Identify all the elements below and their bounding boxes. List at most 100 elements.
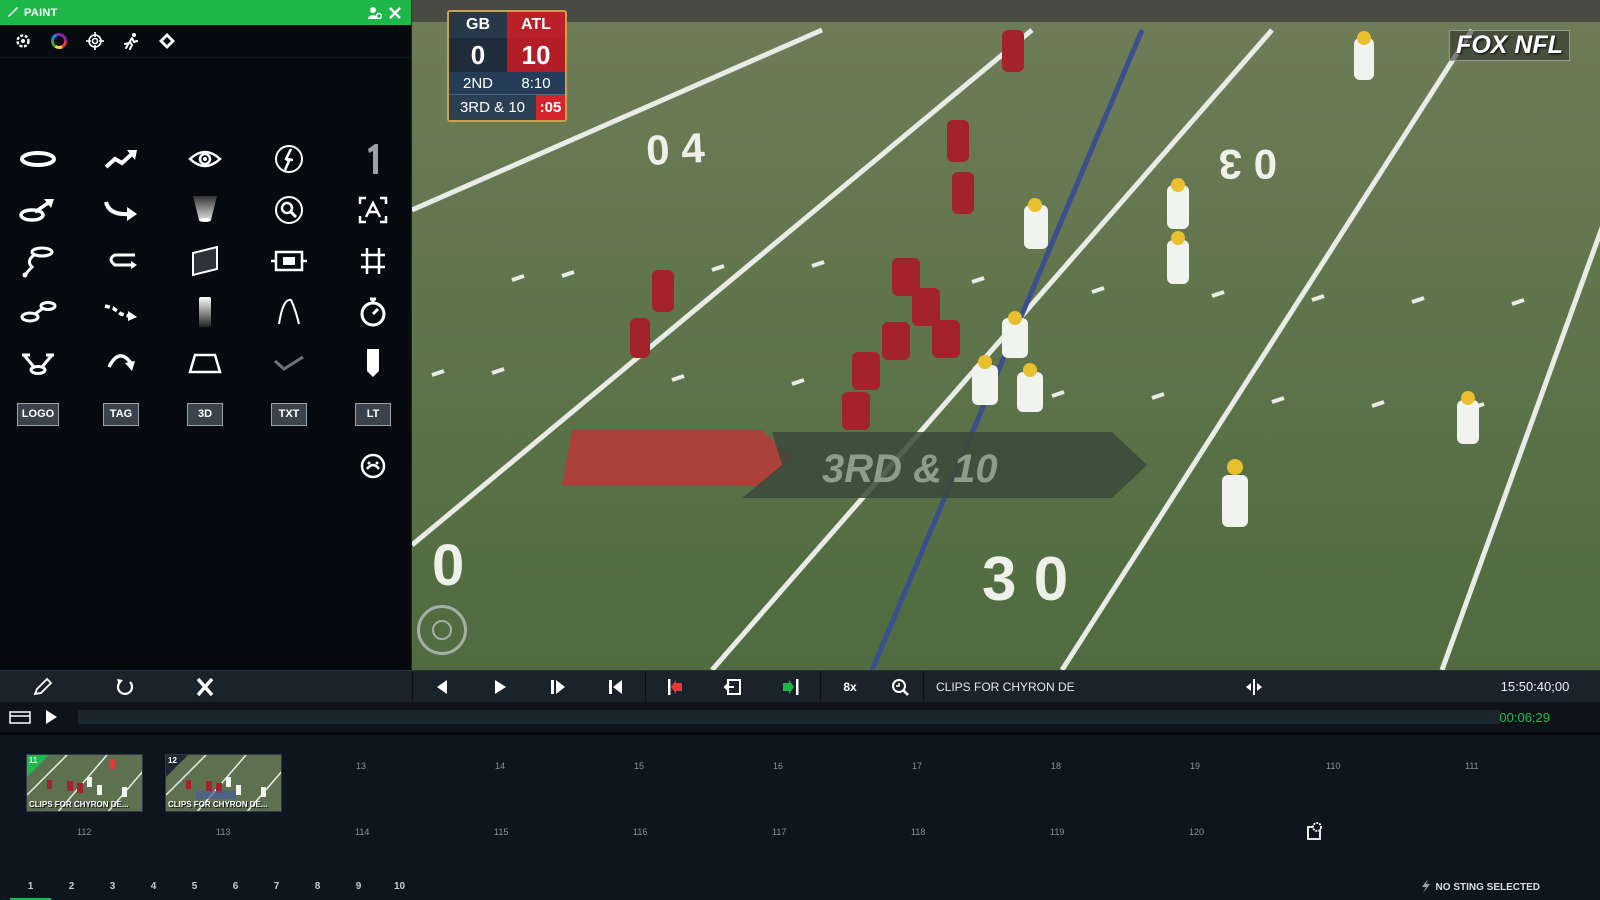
logo-tool[interactable]: LOGO [13, 393, 63, 435]
eye-icon[interactable] [180, 138, 230, 180]
grid-hash-icon[interactable] [348, 240, 398, 282]
timeline-track[interactable] [78, 710, 1500, 724]
empty-clip-slot[interactable]: 119 [1050, 827, 1064, 837]
mark-out-button[interactable] [762, 671, 820, 703]
play-clock: :05 [536, 95, 565, 120]
page-tab[interactable]: 7 [256, 876, 297, 900]
empty-clip-slot[interactable]: 115 [494, 827, 508, 837]
lt-tool[interactable]: LT [348, 393, 398, 435]
svg-text:3 0: 3 0 [982, 545, 1068, 614]
timeline-play-button[interactable] [36, 701, 66, 733]
dashed-arrow-icon[interactable] [96, 291, 146, 333]
away-score: 0 [449, 38, 507, 72]
clear-icon[interactable] [165, 671, 245, 703]
gradient-bar-icon[interactable] [180, 291, 230, 333]
view-center-icon[interactable] [417, 605, 467, 655]
empty-clip-slot[interactable]: 17 [912, 761, 922, 771]
tag-shape-icon[interactable] [348, 342, 398, 384]
empty-clip-slot[interactable]: 16 [773, 761, 783, 771]
clip-slot-number: 12 [168, 756, 177, 765]
game-clock: 8:10 [521, 74, 551, 92]
app-window: PAINT LOGO TAG 3D TXT LT 0 4 0 3 0 3 0 3… [0, 0, 1600, 900]
clip-list-icon[interactable] [4, 701, 36, 733]
page-tab[interactable]: 6 [215, 876, 256, 900]
tag-tool[interactable]: TAG [96, 393, 146, 435]
camera-box-icon[interactable] [264, 240, 314, 282]
zigzag-arrow-icon[interactable] [96, 138, 146, 180]
go-to-start-button[interactable] [587, 671, 645, 703]
mark-in-button[interactable] [646, 671, 704, 703]
oval-marker-icon[interactable] [13, 138, 63, 180]
color-wheel-icon[interactable] [44, 27, 74, 55]
page-tab[interactable]: 5 [174, 876, 215, 900]
empty-clip-slot[interactable]: 112 [77, 827, 91, 837]
panel-plane-icon[interactable] [180, 240, 230, 282]
empty-clip-slot[interactable]: 13 [356, 761, 366, 771]
oval-arrow-icon[interactable] [13, 189, 63, 231]
trapezoid-icon[interactable] [180, 342, 230, 384]
empty-clip-slot[interactable]: 116 [633, 827, 647, 837]
close-icon[interactable] [385, 3, 405, 23]
settings-gear-icon[interactable] [8, 27, 38, 55]
page-tab[interactable]: 3 [92, 876, 133, 900]
play-reverse-button[interactable] [413, 671, 471, 703]
curved-return-icon[interactable] [96, 342, 146, 384]
spotlight-cone-icon[interactable] [180, 189, 230, 231]
gauge-face-icon[interactable] [348, 444, 398, 486]
empty-clip-slot[interactable]: 113 [216, 827, 230, 837]
page-tab[interactable]: 8 [297, 876, 338, 900]
stopwatch-icon[interactable] [348, 291, 398, 333]
page-tab[interactable]: 1 [10, 876, 51, 900]
empty-clip-slot[interactable]: 114 [355, 827, 369, 837]
video-viewport[interactable]: 0 4 0 3 0 3 0 3RD & 10 GB ATL 0 10 2ND 8… [412, 0, 1600, 670]
clip-thumbnail[interactable]: 12 CLIPS FOR CHYRON DE... [165, 754, 282, 812]
curved-arrow-icon[interactable] [96, 189, 146, 231]
empty-clip-slot[interactable]: 15 [634, 761, 644, 771]
empty-clip-slot[interactable]: 110 [1326, 761, 1340, 771]
speed-indicator[interactable]: 8x [821, 671, 879, 703]
empty-clip-slot[interactable]: 14 [495, 761, 505, 771]
frame-expand-icon[interactable] [348, 189, 398, 231]
user-settings-icon[interactable] [365, 3, 385, 23]
home-score: 10 [507, 38, 565, 72]
empty-clip-slot[interactable]: 19 [1190, 761, 1200, 771]
bin-settings-icon[interactable] [1305, 821, 1325, 846]
page-tab[interactable]: 10 [379, 876, 420, 900]
diamond-icon[interactable] [152, 27, 182, 55]
empty-clip-slot[interactable]: 18 [1051, 761, 1061, 771]
clip-thumbnail[interactable]: 11 CLIPS FOR CHYRON DE... [26, 754, 143, 812]
player-circle-icon[interactable] [264, 138, 314, 180]
empty-clip-slot[interactable]: 118 [911, 827, 925, 837]
u-turn-arrow-icon[interactable] [96, 240, 146, 282]
empty-clip-slot[interactable]: 117 [772, 827, 786, 837]
go-to-in-button[interactable] [704, 671, 762, 703]
pencil-icon[interactable] [0, 671, 85, 703]
paint-brush-icon [6, 5, 19, 21]
empty-clip-slot[interactable]: 120 [1189, 827, 1204, 837]
undo-icon[interactable] [85, 671, 165, 703]
search-clip-icon[interactable] [879, 671, 923, 703]
page-tab[interactable]: 9 [338, 876, 379, 900]
page-tab[interactable]: 4 [133, 876, 174, 900]
multi-target-icon[interactable] [13, 342, 63, 384]
page-tab[interactable]: 2 [51, 876, 92, 900]
transport-bar: 8x CLIPS FOR CHYRON DE 15:50:40;00 [0, 670, 1600, 703]
3d-tool[interactable]: 3D [180, 393, 230, 435]
arc-line-icon[interactable] [264, 291, 314, 333]
split-clip-icon[interactable] [1234, 671, 1274, 703]
clip-bin: 11 CLIPS FOR CHYRON DE... 12 CLIPS FOR C… [0, 732, 1600, 900]
loop-path-icon[interactable] [13, 240, 63, 282]
empty-clip-slot[interactable]: 111 [1465, 761, 1479, 771]
oval-link-icon[interactable] [13, 291, 63, 333]
sting-status[interactable]: NO STING SELECTED [1420, 879, 1540, 896]
runner-icon[interactable] [116, 27, 146, 55]
number-one-icon[interactable] [348, 138, 398, 180]
tag-label: TAG [103, 402, 139, 426]
quarter: 2ND [462, 74, 493, 92]
step-forward-button[interactable] [529, 671, 587, 703]
magnifier-circle-icon[interactable] [264, 189, 314, 231]
play-button[interactable] [471, 671, 529, 703]
txt-tool[interactable]: TXT [264, 393, 314, 435]
target-icon[interactable] [80, 27, 110, 55]
check-path-icon[interactable] [264, 342, 314, 384]
